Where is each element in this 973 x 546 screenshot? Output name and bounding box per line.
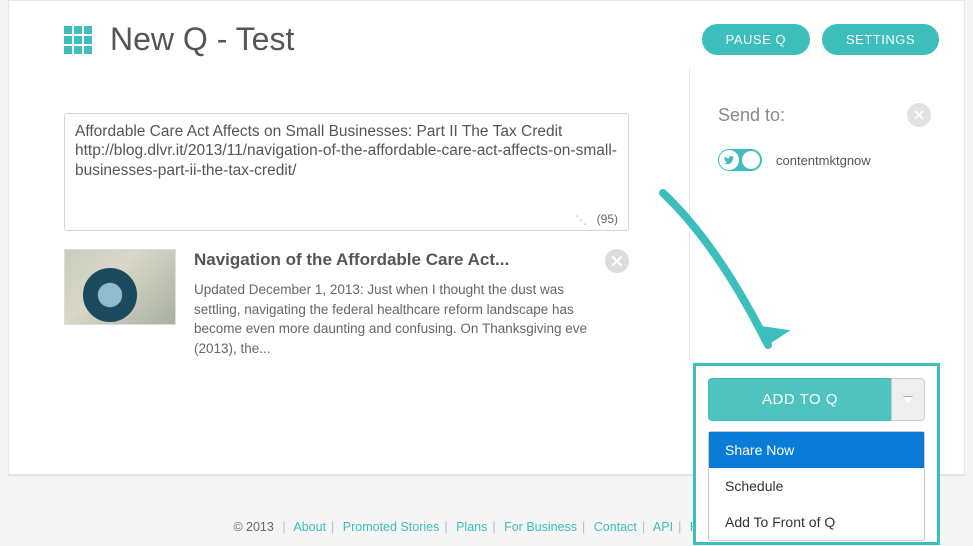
article-excerpt: Updated December 1, 2013: Just when I th… [194, 280, 587, 358]
footer-link[interactable]: Plans [456, 520, 487, 534]
page-title: New Q - Test [110, 21, 294, 58]
add-to-q-dropdown: Share Now Schedule Add To Front of Q [708, 431, 925, 541]
add-to-q-button[interactable]: ADD TO Q [708, 378, 891, 421]
char-count: (95) [597, 212, 618, 226]
settings-button[interactable]: SETTINGS [822, 24, 939, 55]
chevron-down-icon [903, 397, 913, 403]
compose-box: (95) [64, 113, 629, 231]
copyright: © 2013 [233, 520, 274, 534]
add-to-q-panel: ADD TO Q Share Now Schedule Add To Front… [693, 363, 940, 545]
footer-link[interactable]: Promoted Stories [343, 520, 440, 534]
footer-link[interactable]: API [653, 520, 673, 534]
article-preview: Navigation of the Affordable Care Act...… [64, 249, 629, 359]
footer-link[interactable]: About [293, 520, 326, 534]
grid-icon[interactable] [64, 26, 92, 54]
article-title: Navigation of the Affordable Care Act... [194, 249, 587, 270]
footer-link[interactable]: Contact [594, 520, 637, 534]
footer-link[interactable]: For Business [504, 520, 577, 534]
article-thumbnail [64, 249, 176, 325]
dropdown-item-share-now[interactable]: Share Now [709, 432, 924, 468]
account-toggle[interactable] [718, 149, 762, 171]
close-panel-button[interactable] [907, 103, 931, 127]
add-to-q-dropdown-toggle[interactable] [891, 378, 925, 421]
resize-handle-icon[interactable] [577, 213, 589, 225]
remove-article-button[interactable] [605, 249, 629, 273]
account-name: contentmktgnow [776, 153, 871, 168]
dropdown-item-schedule[interactable]: Schedule [709, 468, 924, 504]
twitter-icon [719, 150, 739, 170]
send-to-label: Send to: [718, 105, 785, 126]
pause-q-button[interactable]: PAUSE Q [702, 24, 810, 55]
dropdown-item-add-front[interactable]: Add To Front of Q [709, 504, 924, 540]
compose-textarea[interactable] [75, 122, 618, 207]
